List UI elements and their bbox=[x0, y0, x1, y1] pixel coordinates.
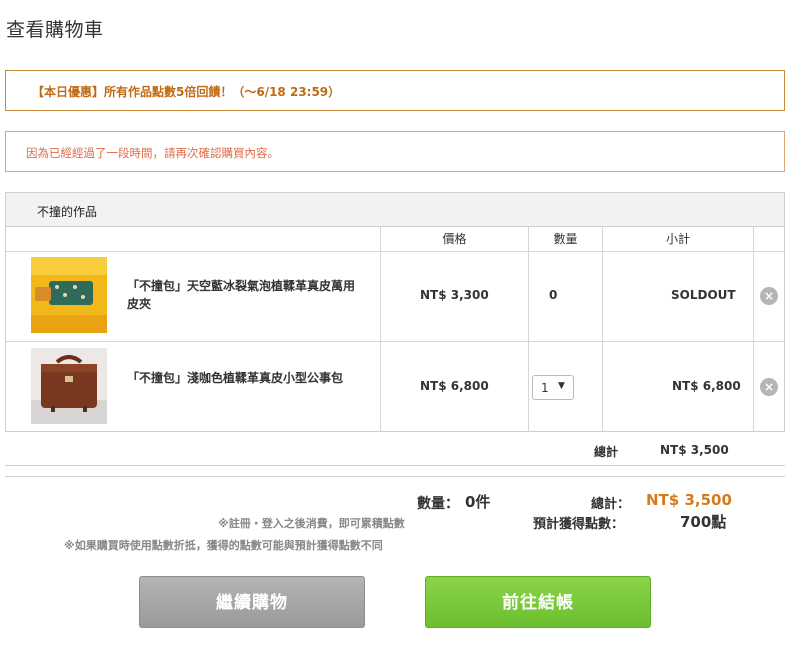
item-price: NT$ 3,300 bbox=[420, 288, 489, 302]
cart-shop-header: 不撞的作品 bbox=[6, 193, 784, 227]
column-header-subtotal: 小計 bbox=[665, 232, 690, 246]
row-divider bbox=[6, 251, 784, 252]
summary-quantity-label: 數量： bbox=[417, 496, 459, 512]
chevron-down-icon: ▼ bbox=[558, 381, 565, 391]
column-divider bbox=[528, 227, 529, 432]
expected-points-label: 預計獲得點數： bbox=[533, 517, 625, 532]
warning-notice-text: 因為已經經過了一段時間，請再次確認購買內容。 bbox=[26, 146, 279, 160]
column-divider bbox=[380, 227, 381, 432]
register-points-note: ※註冊・登入之後消費，即可累積點數 bbox=[218, 517, 405, 530]
cart-total-label: 總計 bbox=[594, 445, 619, 459]
column-divider bbox=[602, 227, 603, 432]
item-quantity: 0 bbox=[549, 288, 558, 302]
quantity-select[interactable]: 1 ▼ bbox=[532, 375, 574, 400]
product-name-link[interactable]: 「不撞包」天空藍冰裂氣泡植鞣革真皮萬用皮夾 bbox=[127, 277, 359, 313]
divider bbox=[5, 476, 785, 477]
summary-total-value: NT$ 3,500 bbox=[646, 491, 732, 509]
item-subtotal: SOLDOUT bbox=[671, 288, 736, 302]
item-subtotal: NT$ 6,800 bbox=[672, 379, 741, 393]
cart-total-value: NT$ 3,500 bbox=[660, 443, 729, 457]
quantity-select-value: 1 bbox=[541, 381, 549, 395]
page-title: 查看購物車 bbox=[6, 19, 104, 41]
warning-notice: 因為已經經過了一段時間，請再次確認購買內容。 bbox=[5, 131, 785, 172]
product-thumbnail-wallet[interactable] bbox=[31, 257, 107, 333]
points-disclaimer-note: ※如果購買時使用點數折抵，獲得的點數可能與預計獲得點數不同 bbox=[64, 539, 383, 552]
summary-quantity-value: 0件 bbox=[465, 493, 491, 511]
remove-item-button[interactable]: × bbox=[760, 287, 778, 305]
column-header-quantity: 數量 bbox=[553, 232, 578, 246]
shop-name: 不撞的作品 bbox=[37, 205, 98, 219]
column-divider bbox=[753, 227, 754, 432]
row-divider bbox=[6, 341, 784, 342]
product-thumbnail-briefcase[interactable] bbox=[31, 348, 107, 424]
column-header-price: 價格 bbox=[442, 232, 467, 246]
promo-notice: 【本日優惠】所有作品點數5倍回饋！（～6/18 23:59） bbox=[5, 70, 785, 111]
continue-shopping-button[interactable]: 繼續購物 bbox=[139, 576, 365, 628]
checkout-button[interactable]: 前往結帳 bbox=[425, 576, 651, 628]
divider bbox=[5, 465, 785, 466]
promo-notice-text: 【本日優惠】所有作品點數5倍回饋！（～6/18 23:59） bbox=[32, 85, 341, 99]
cart-table: 不撞的作品 價格 數量 小計 「不撞包」天空藍冰裂氣泡植鞣革真皮萬用皮夾 NT$… bbox=[5, 192, 785, 432]
product-name-link[interactable]: 「不撞包」淺咖色植鞣革真皮小型公事包 bbox=[127, 369, 359, 387]
expected-points-value: 700點 bbox=[680, 513, 727, 531]
summary-total-label: 總計： bbox=[591, 497, 631, 512]
remove-item-button[interactable]: × bbox=[760, 378, 778, 396]
item-price: NT$ 6,800 bbox=[420, 379, 489, 393]
